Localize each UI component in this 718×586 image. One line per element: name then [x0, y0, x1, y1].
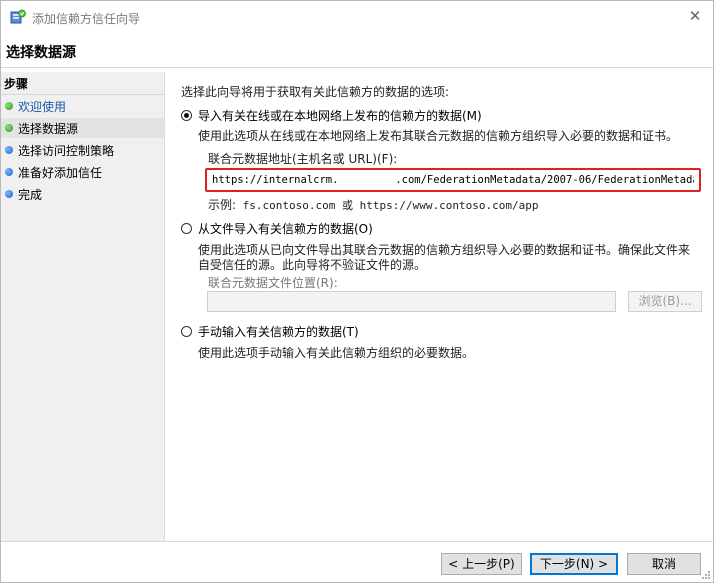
step-pending-icon	[5, 146, 13, 154]
step-finish: 完成	[1, 184, 164, 204]
step-complete-icon	[5, 102, 13, 110]
step-welcome: 欢迎使用	[1, 96, 164, 116]
wizard-app-icon	[10, 9, 26, 24]
file-import-label: 从文件导入有关信赖方的数据(O)	[198, 222, 373, 236]
header-divider	[1, 67, 713, 68]
manual-entry-label: 手动输入有关信赖方的数据(T)	[198, 325, 359, 339]
online-import-description: 使用此选项从在线或在本地网络上发布其联合元数据的信赖方组织导入必要的数据和证书。	[198, 129, 679, 143]
metadata-file-label: 联合元数据文件位置(R):	[208, 276, 338, 290]
step-pending-icon	[5, 168, 13, 176]
page-title: 选择数据源	[6, 45, 76, 61]
step-current-icon	[5, 124, 13, 132]
instruction-text: 选择此向导将用于获取有关此信赖方的数据的选项:	[181, 85, 450, 99]
metadata-file-input[interactable]	[207, 291, 616, 312]
file-import-description-line2: 自受信任的源。此向导将不验证文件的源。	[198, 258, 427, 272]
step-select-data-source: 选择数据源	[1, 118, 164, 138]
step-label: 欢迎使用	[18, 99, 67, 114]
online-import-label: 导入有关在线或在本地网络上发布的信赖方的数据(M)	[198, 109, 482, 123]
step-label: 选择数据源	[18, 121, 79, 136]
online-import-option[interactable]: 导入有关在线或在本地网络上发布的信赖方的数据(M)	[181, 107, 482, 124]
wizard-window: 添加信赖方信任向导 ✕ 选择数据源 步骤 欢迎使用 选择数据源 选择访问控制策略…	[0, 0, 714, 583]
main-content: 选择此向导将用于获取有关此信赖方的数据的选项: 导入有关在线或在本地网络上发布的…	[165, 72, 713, 541]
steps-title: 步骤	[4, 77, 29, 91]
step-label: 准备好添加信任	[18, 165, 103, 180]
metadata-url-highlight	[205, 168, 701, 192]
step-label: 完成	[18, 187, 43, 202]
example-text: 示例: fs.contoso.com 或 https://www.contoso…	[208, 196, 538, 213]
next-button[interactable]: 下一步(N) >	[530, 553, 618, 575]
metadata-address-label: 联合元数据地址(主机名或 URL)(F):	[208, 152, 398, 166]
online-import-radio[interactable]	[181, 110, 192, 121]
manual-entry-description: 使用此选项手动输入有关此信赖方组织的必要数据。	[198, 346, 475, 360]
title-bar[interactable]: 添加信赖方信任向导 ✕	[1, 1, 713, 33]
browse-button[interactable]: 浏览(B)...	[628, 291, 702, 312]
metadata-url-input[interactable]	[207, 174, 699, 186]
step-pending-icon	[5, 190, 13, 198]
file-import-radio[interactable]	[181, 223, 192, 234]
example-label: 示例:	[208, 198, 237, 212]
resize-grip-icon[interactable]	[702, 571, 710, 579]
manual-entry-radio[interactable]	[181, 326, 192, 337]
close-icon[interactable]: ✕	[687, 7, 703, 25]
steps-sidebar: 步骤 欢迎使用 选择数据源 选择访问控制策略 准备好添加信任 完成	[1, 72, 165, 541]
step-ready-to-add: 准备好添加信任	[1, 162, 164, 182]
steps-divider	[1, 94, 164, 95]
back-button[interactable]: < 上一步(P)	[441, 553, 522, 575]
footer-divider	[1, 541, 713, 542]
example-value: fs.contoso.com 或 https://www.contoso.com…	[242, 199, 539, 212]
step-label: 选择访问控制策略	[18, 143, 115, 158]
window-title: 添加信赖方信任向导	[32, 12, 141, 26]
file-import-option[interactable]: 从文件导入有关信赖方的数据(O)	[181, 220, 373, 237]
manual-entry-option[interactable]: 手动输入有关信赖方的数据(T)	[181, 323, 359, 340]
step-access-control-policy: 选择访问控制策略	[1, 140, 164, 160]
cancel-button[interactable]: 取消	[627, 553, 701, 575]
